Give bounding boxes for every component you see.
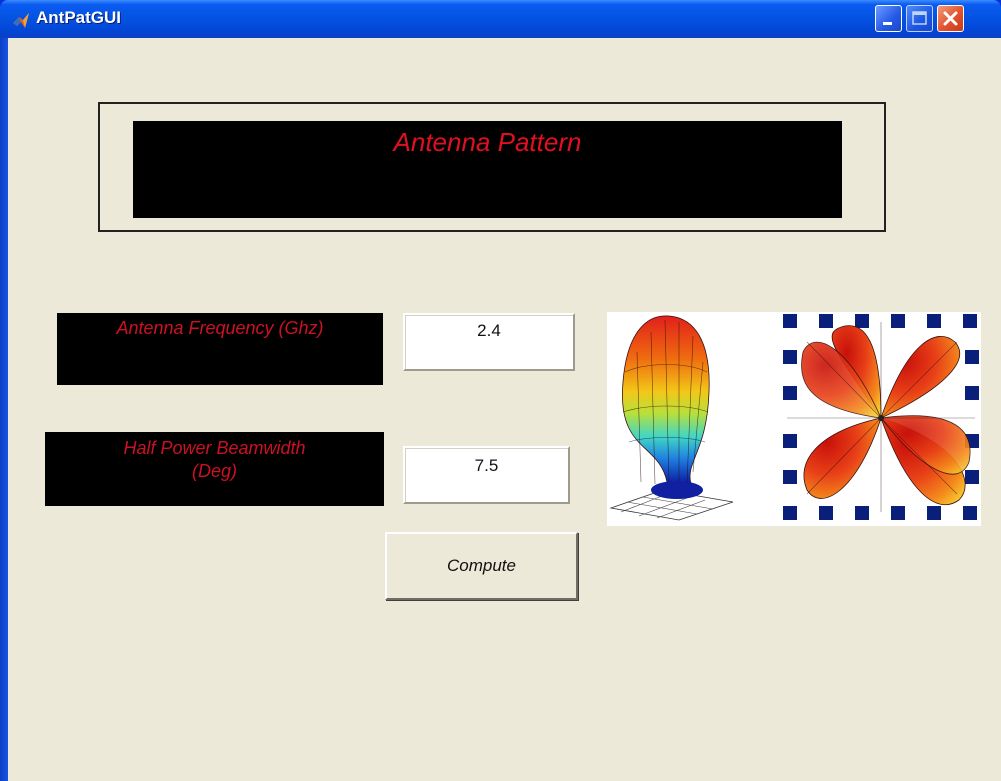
window-title: AntPatGUI (36, 8, 121, 27)
maximize-icon (912, 11, 927, 25)
close-button[interactable] (937, 5, 964, 32)
antenna-pattern-graphic (609, 314, 979, 521)
antenna-pattern-image (607, 312, 981, 526)
lobe-pattern-2d (783, 314, 979, 520)
beamwidth-input[interactable]: 7.5 (403, 446, 570, 504)
frequency-label-text: Antenna Frequency (Ghz) (116, 318, 324, 338)
compute-button[interactable]: Compute (385, 532, 578, 600)
matlab-logo-icon (13, 13, 29, 28)
beamwidth-label-line2: (Deg) (191, 461, 237, 481)
header-panel: Antenna Pattern (133, 121, 842, 218)
page-title: Antenna Pattern (393, 127, 582, 157)
window-border (0, 38, 8, 781)
minimize-button[interactable] (875, 5, 902, 32)
beamwidth-label: Half Power Beamwidth (Deg) (45, 432, 384, 506)
minimize-icon (883, 22, 892, 25)
close-icon (943, 11, 958, 26)
app-window: AntPatGUI Antenna Pattern Antenna Freque… (0, 0, 1001, 781)
maximize-button[interactable] (906, 5, 933, 32)
frequency-label: Antenna Frequency (Ghz) (57, 313, 383, 385)
beamwidth-label-line1: Half Power Beamwidth (123, 438, 306, 458)
lobe-3d (609, 315, 734, 521)
frequency-input[interactable]: 2.4 (403, 313, 575, 371)
title-bar[interactable]: AntPatGUI (0, 0, 1001, 38)
